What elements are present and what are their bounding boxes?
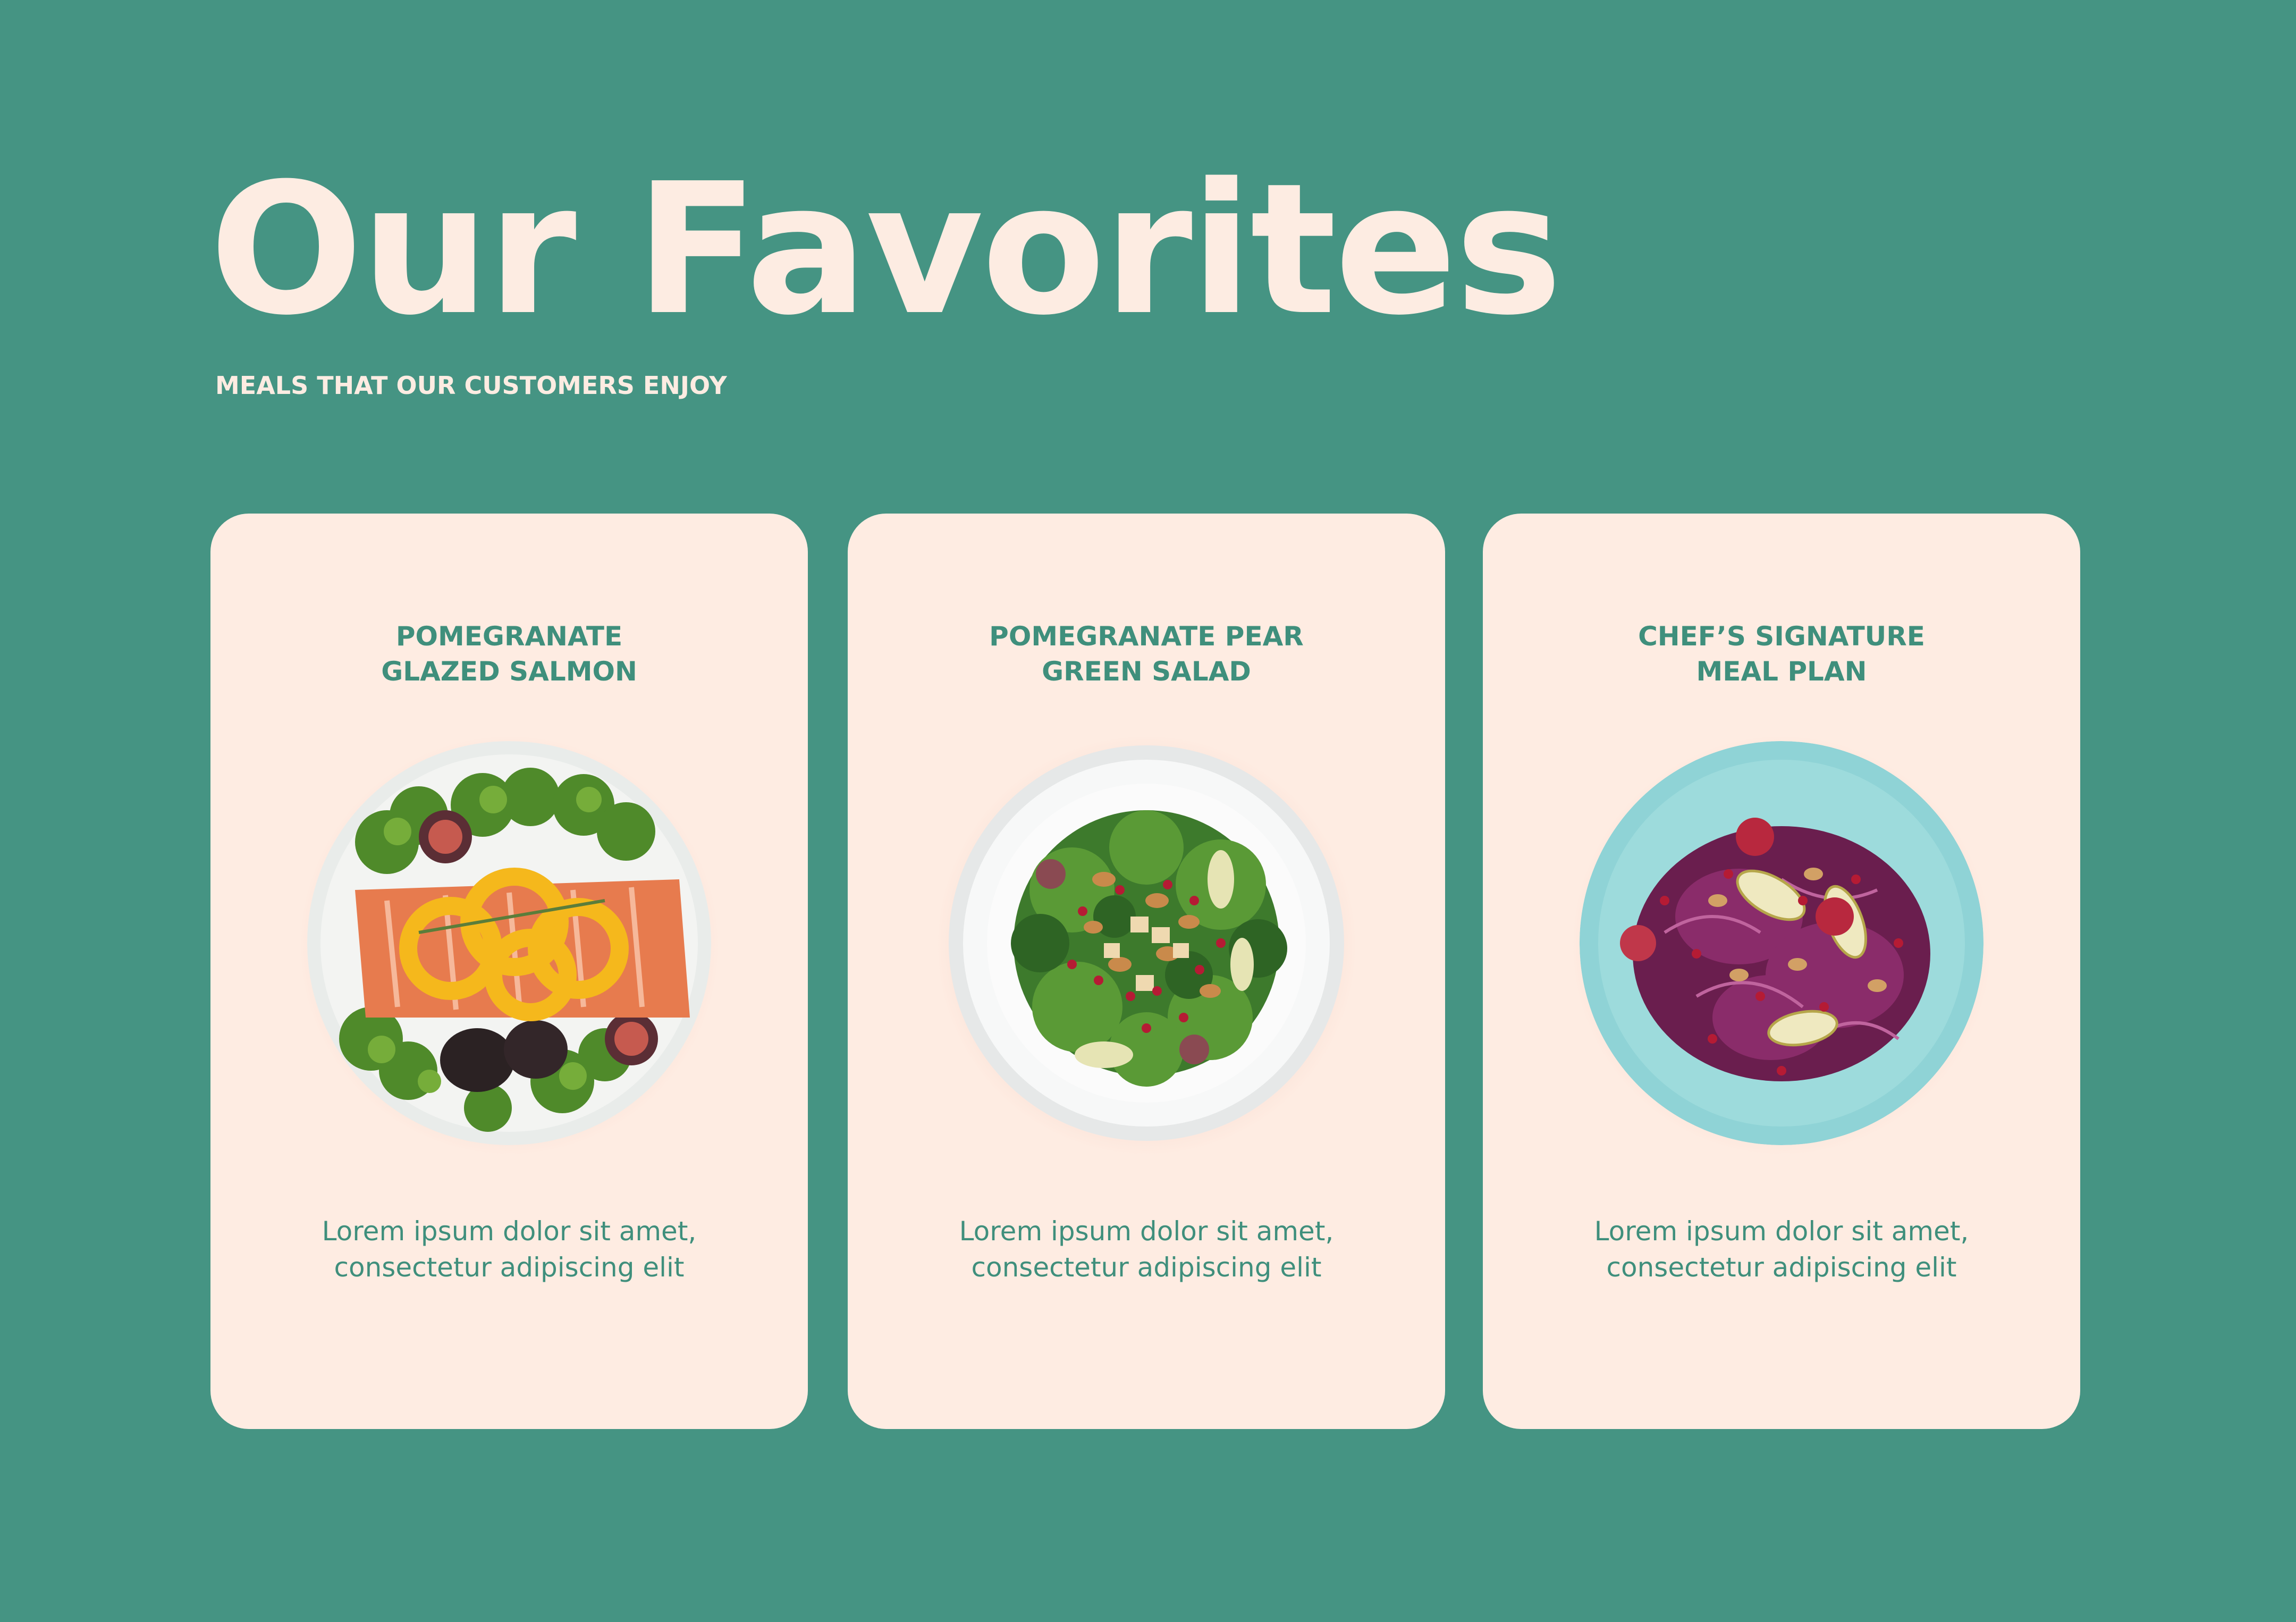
- meal-card-title-line: CHEF’S SIGNATURE: [1638, 621, 1925, 652]
- meal-card-title: POMEGRANATE GLAZED SALMON: [210, 619, 808, 689]
- meal-card-description: Lorem ipsum dolor sit amet, consectetur …: [210, 1213, 808, 1285]
- meal-card-title-line: MEAL PLAN: [1696, 656, 1867, 687]
- meal-card-description-line: Lorem ipsum dolor sit amet,: [1594, 1216, 1969, 1247]
- meal-card-description-line: consectetur adipiscing elit: [334, 1252, 685, 1283]
- meal-card-title: CHEF’S SIGNATURE MEAL PLAN: [1483, 619, 2080, 689]
- meal-card-description: Lorem ipsum dolor sit amet, consectetur …: [1483, 1213, 2080, 1285]
- page-subtitle: MEALS THAT OUR CUSTOMERS ENJOY: [215, 371, 727, 400]
- meal-card-title-line: GREEN SALAD: [1042, 656, 1251, 687]
- page-title: Our Favorites: [209, 145, 1563, 355]
- meal-card-title-line: GLAZED SALMON: [381, 656, 637, 687]
- meal-card-title: POMEGRANATE PEAR GREEN SALAD: [848, 619, 1445, 689]
- meal-card-green-salad[interactable]: POMEGRANATE PEAR GREEN SALAD Lorem ipsum…: [848, 514, 1445, 1429]
- meal-card-description-line: Lorem ipsum dolor sit amet,: [322, 1216, 697, 1247]
- cabbage-salad-plate-image: [1580, 741, 1983, 1145]
- meal-card-description-line: consectetur adipiscing elit: [1606, 1252, 1957, 1283]
- meal-card-description-line: consectetur adipiscing elit: [971, 1252, 1322, 1283]
- meal-card-salmon[interactable]: POMEGRANATE GLAZED SALMON Lorem ipsum do…: [210, 514, 808, 1429]
- meal-card-description-line: Lorem ipsum dolor sit amet,: [959, 1216, 1334, 1247]
- salmon-plate-image: [307, 741, 711, 1145]
- green-salad-plate-image: [944, 741, 1348, 1145]
- meal-card-description: Lorem ipsum dolor sit amet, consectetur …: [848, 1213, 1445, 1285]
- meal-card-title-line: POMEGRANATE PEAR: [989, 621, 1304, 652]
- meal-card-title-line: POMEGRANATE: [395, 621, 623, 652]
- meal-card-signature-meal-plan[interactable]: CHEF’S SIGNATURE MEAL PLAN Lorem ipsum d…: [1483, 514, 2080, 1429]
